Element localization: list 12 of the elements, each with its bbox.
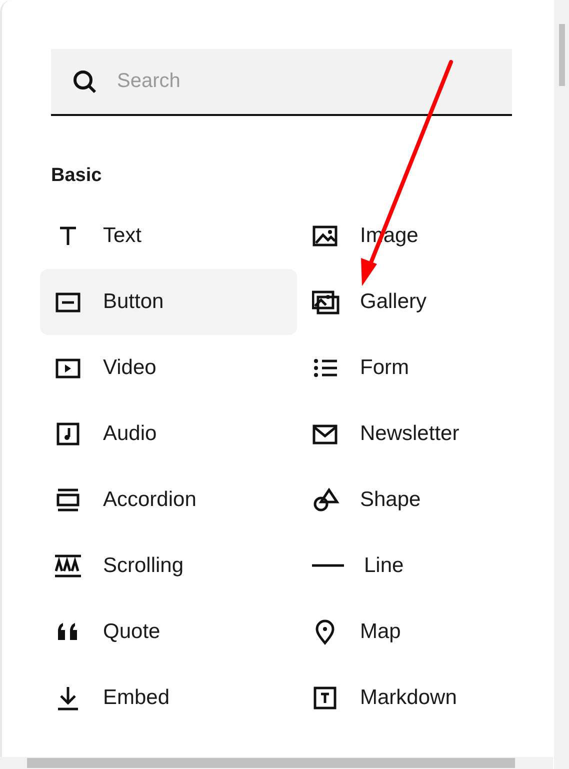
horizontal-scrollbar[interactable] [0, 757, 553, 769]
shapes-icon [312, 486, 340, 512]
search-field[interactable]: Search [51, 49, 512, 116]
vertical-scrollbar[interactable] [554, 0, 569, 769]
scrollbar-thumb[interactable] [27, 758, 515, 768]
section-heading: Basic [51, 164, 103, 188]
line-icon [312, 564, 344, 567]
block-item[interactable]: Button [40, 268, 297, 334]
scrolling-text-icon [55, 552, 83, 578]
gallery-icon [312, 288, 340, 314]
search-icon [72, 69, 98, 95]
scrollbar-thumb[interactable] [558, 24, 564, 86]
